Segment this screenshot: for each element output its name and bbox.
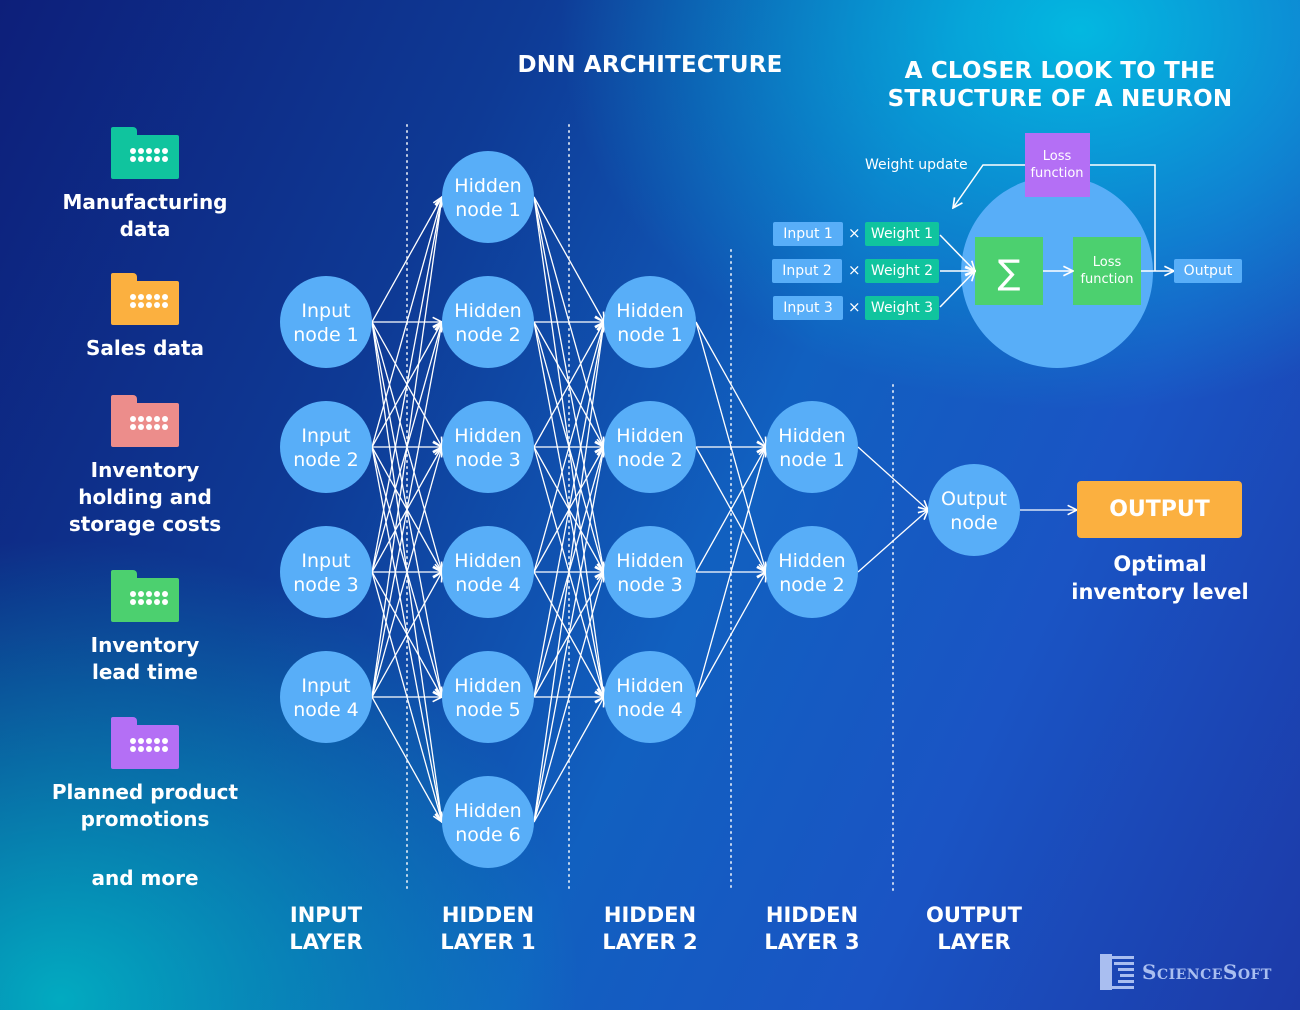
node-label: node 3 [455, 449, 521, 471]
hidden-node: Hiddennode 3 [442, 401, 534, 493]
node-label: Hidden [454, 800, 521, 822]
node-label: Hidden [454, 425, 521, 447]
node-label: Hidden [454, 675, 521, 697]
node-label: node 4 [617, 699, 683, 721]
node-circle [280, 526, 372, 618]
node-label: node 4 [293, 699, 359, 721]
loss-top-line1: Loss [1043, 149, 1072, 164]
node-label: Input [301, 675, 350, 697]
node-circle [604, 651, 696, 743]
hidden-node: Hiddennode 2 [604, 401, 696, 493]
node-circle [280, 651, 372, 743]
node-circle [604, 401, 696, 493]
weight-update-label: Weight update [865, 157, 968, 173]
node-circle [442, 401, 534, 493]
neuron-weight-3: Weight 3 [865, 296, 939, 320]
sum-symbol: ∑ [998, 253, 1021, 293]
input-node: Inputnode 3 [280, 526, 372, 618]
multiply-icon: × [848, 261, 861, 279]
node-label: node 1 [779, 449, 845, 471]
inner-loss-line2: function [1080, 272, 1133, 287]
node-label: Hidden [616, 550, 683, 572]
node-label: Hidden [454, 550, 521, 572]
node-label: node 3 [293, 574, 359, 596]
node-label: Hidden [778, 550, 845, 572]
hidden-node: Hiddennode 4 [604, 651, 696, 743]
loss-top-line2: function [1030, 166, 1083, 181]
neuron-output: Output [1174, 259, 1242, 283]
layer-label-hidden-2: HIDDEN LAYER 2 [602, 903, 698, 954]
node-circle [280, 401, 372, 493]
layer-label-output: OUTPUT LAYER [926, 903, 1022, 954]
node-circle [766, 526, 858, 618]
inner-loss-line1: Loss [1093, 255, 1122, 270]
layer-label-hidden-3: HIDDEN LAYER 3 [764, 903, 860, 954]
input-node: Inputnode 4 [280, 651, 372, 743]
hidden-node: Hiddennode 6 [442, 776, 534, 868]
hidden-node: Hiddennode 2 [766, 526, 858, 618]
node-circle [928, 464, 1020, 556]
hidden-node: Hiddennode 3 [604, 526, 696, 618]
node-label: node 5 [455, 699, 521, 721]
neuron-input-3: Input 3 [773, 296, 843, 320]
node-circle [442, 776, 534, 868]
output-node: Outputnode [928, 464, 1020, 556]
node-label: node 4 [455, 574, 521, 596]
loss-function-top-box [1025, 133, 1090, 197]
node-circle [442, 651, 534, 743]
output-box: OUTPUT [1077, 481, 1242, 538]
layer-label-hidden-1: HIDDEN LAYER 1 [440, 903, 536, 954]
neuron-input-2: Input 2 [772, 259, 842, 283]
network-edge [695, 572, 766, 698]
neuron-weight-1: Weight 1 [865, 222, 939, 246]
node-circle [766, 401, 858, 493]
hidden-node: Hiddennode 4 [442, 526, 534, 618]
node-label: Input [301, 550, 350, 572]
node-label: node 2 [293, 449, 359, 471]
inner-loss-box [1073, 237, 1141, 305]
node-label: node 2 [779, 574, 845, 596]
node-label: Hidden [778, 425, 845, 447]
neuron-diagram: ∑ Loss function Loss function [939, 133, 1300, 368]
neuron-input-1: Input 1 [773, 222, 843, 246]
node-label: node [950, 512, 997, 534]
neuron-weight-2: Weight 2 [865, 259, 939, 283]
node-label: Input [301, 425, 350, 447]
network-edge [857, 510, 928, 573]
node-label: node 6 [455, 824, 521, 846]
multiply-icon: × [848, 224, 861, 242]
sciencesoft-logo-icon [1100, 954, 1134, 990]
node-circle [604, 526, 696, 618]
node-circle [442, 526, 534, 618]
sciencesoft-logo-text: ScienceSoft [1142, 960, 1272, 984]
node-label: node 2 [617, 449, 683, 471]
hidden-node: Hiddennode 1 [766, 401, 858, 493]
input-node: Inputnode 2 [280, 401, 372, 493]
node-label: node 3 [617, 574, 683, 596]
multiply-icon: × [848, 298, 861, 316]
node-label: Output [941, 488, 1007, 510]
optimal-inventory-label: Optimal inventory level [1071, 552, 1249, 604]
hidden-node: Hiddennode 5 [442, 651, 534, 743]
node-label: Hidden [616, 675, 683, 697]
layer-label-input: INPUT LAYER [289, 903, 363, 954]
sciencesoft-logo: ScienceSoft [1100, 954, 1272, 990]
node-label: Hidden [616, 425, 683, 447]
